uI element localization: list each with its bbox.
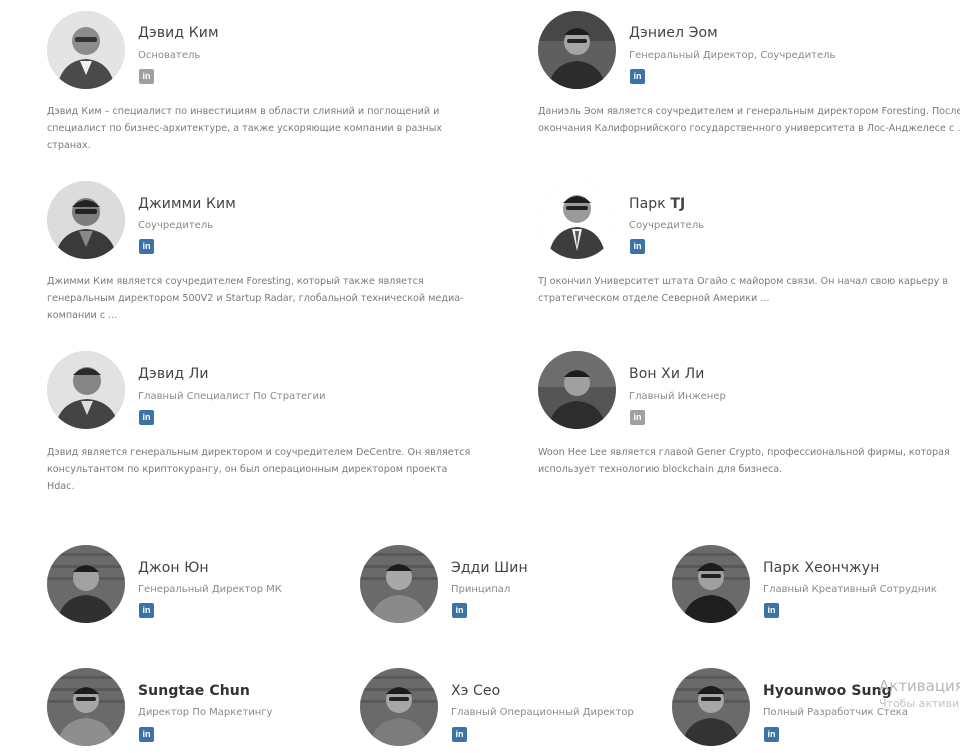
member-role: Директор По Маркетингу [138,707,273,718]
member-role: Главный Операционный Директор [451,707,634,718]
member-description: Woon Hee Lee является главой Gener Crypt… [538,447,950,475]
avatar [360,668,438,746]
avatar [538,351,616,429]
member-role: Соучредитель [138,220,214,231]
member-name: Дэвид Ким [138,25,219,41]
member-role: Соучредитель [629,220,705,231]
avatar [538,11,616,89]
member-name: Вон Хи Ли [629,366,705,382]
activation-watermark-subtext: Чтобы активи [879,697,960,710]
member-role: Генеральный Директор МК [138,584,282,595]
linkedin-icon[interactable]: in [764,603,779,618]
avatar [47,351,125,429]
member-description: Даниэль Эом является соучредителем и ген… [538,106,960,134]
member-name: Дэвид Ли [138,366,209,382]
member-description: Джимми Ким является соучредителем Forest… [47,276,464,321]
member-description: TJ окончил Университет штата Огайо с май… [538,276,949,304]
linkedin-icon[interactable]: in [452,603,467,618]
member-role: Основатель [138,50,201,61]
linkedin-icon[interactable]: in [630,239,645,254]
member-role: Главный Креативный Сотрудник [763,584,937,595]
avatar [47,668,125,746]
member-role: Генеральный Директор, Соучредитель [629,50,836,61]
avatar [360,545,438,623]
member-name: Дэниел Эом [629,25,718,41]
linkedin-icon[interactable]: in [630,410,645,425]
member-name: Эдди Шин [451,560,528,576]
member-name: Парк Хеончжун [763,560,880,576]
member-name-bold: TJ [670,196,686,212]
avatar [672,545,750,623]
linkedin-icon[interactable]: in [139,410,154,425]
avatar [47,545,125,623]
member-role: Главный Специалист По Стратегии [138,391,326,402]
linkedin-icon[interactable]: in [139,727,154,742]
activation-watermark: Активация [879,677,960,695]
linkedin-icon[interactable]: in [139,603,154,618]
avatar [538,181,616,259]
avatar [47,11,125,89]
avatar [47,181,125,259]
avatar [672,668,750,746]
linkedin-icon[interactable]: in [139,239,154,254]
linkedin-icon[interactable]: in [764,727,779,742]
member-name: Hyounwoo Sung [763,683,892,699]
member-role: Принципал [451,584,511,595]
member-name: Джимми Ким [138,196,236,212]
member-name: Sungtae Chun [138,683,250,699]
linkedin-icon[interactable]: in [139,69,154,84]
member-name: Хэ Сео [451,683,501,699]
member-description: Дэвид является генеральным директором и … [47,447,471,492]
member-name-prefix: Парк [629,196,671,212]
linkedin-icon[interactable]: in [452,727,467,742]
member-role: Главный Инженер [629,391,726,402]
member-description: Дэвид Ким – специалист по инвестициям в … [47,106,442,151]
member-name: Парк TJ [629,196,685,212]
member-name: Джон Юн [138,560,209,576]
linkedin-icon[interactable]: in [630,69,645,84]
